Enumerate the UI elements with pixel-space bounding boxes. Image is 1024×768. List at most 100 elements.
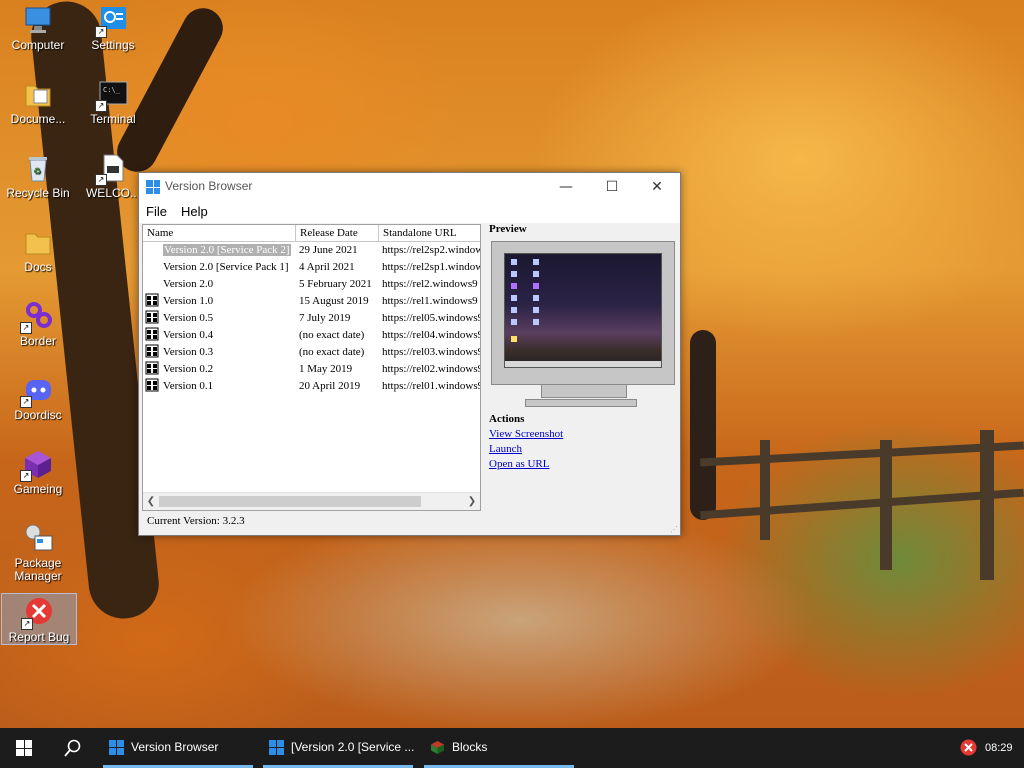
terminal-icon: C:\_ ↗ (95, 78, 129, 112)
version-name: Version 0.4 (163, 329, 214, 341)
mini-desktop-icon (511, 319, 517, 325)
desktop-icon-computer[interactable]: Computer (1, 4, 75, 52)
shortcut-arrow-icon: ↗ (95, 26, 107, 38)
view-screenshot-link[interactable]: View Screenshot (489, 428, 563, 440)
horizontal-scrollbar[interactable]: ❮ ❯ (143, 492, 480, 510)
close-button[interactable]: ✕ (634, 173, 680, 201)
windows-logo-icon (269, 740, 284, 755)
table-row[interactable]: Version 2.0 5 February 2021 https://rel2.w… (143, 276, 480, 293)
version-name: Version 2.0 [Service Pack 1] (163, 261, 289, 273)
shortcut-arrow-icon: ↗ (95, 100, 107, 112)
open-as-url-link[interactable]: Open as URL (489, 458, 550, 470)
mini-desktop-icon (533, 307, 539, 313)
window-titlebar[interactable]: Version Browser — ☐ ✕ (139, 173, 680, 201)
desktop-icon-package-manager[interactable]: Package Manager (1, 522, 75, 583)
taskbar-app-version-browser[interactable]: Version Browser (103, 728, 253, 768)
mini-desktop-icon (511, 336, 517, 342)
taskbar: Version Browser [Version 2.0 [Service ..… (0, 728, 1024, 768)
mini-taskbar (505, 361, 661, 367)
table-row[interactable]: Version 2.0 [Service Pack 1] 4 April 2021… (143, 259, 480, 276)
desktop-icon-settings[interactable]: ↗ Settings (76, 4, 150, 52)
shortcut-arrow-icon: ↗ (20, 322, 32, 334)
mini-desktop-icon (511, 259, 517, 265)
desktop-icon-border[interactable]: ↗ Border (1, 300, 75, 348)
shortcut-arrow-icon: ↗ (21, 618, 33, 630)
taskbar-app-version-window[interactable]: [Version 2.0 [Service ... (263, 728, 415, 768)
table-row[interactable]: Version 0.5 7 July 2019 https://rel05.wind… (143, 310, 480, 327)
cell-standalone-url: https://rel2sp2.window (382, 244, 480, 256)
taskbar-app-label: Blocks (452, 740, 488, 754)
minimize-button[interactable]: — (543, 173, 589, 201)
recycle-bin-icon: ♻ (22, 152, 54, 184)
scrollbar-thumb[interactable] (159, 496, 421, 507)
windows-logo-icon (145, 242, 159, 256)
mini-desktop-icon (511, 307, 517, 313)
cube-game-icon: ↗ (20, 448, 54, 482)
monitor-base (525, 399, 637, 407)
clock[interactable]: 08:29 (985, 728, 1021, 768)
cell-name: Version 2.0 [Service Pack 2] (145, 242, 293, 259)
desktop-icon-report-bug[interactable]: ↗ Report Bug (1, 593, 77, 645)
resize-grip-icon[interactable]: ⋰ (670, 525, 678, 534)
version-browser-window[interactable]: Version Browser — ☐ ✕ File Help Name Rele… (138, 172, 681, 536)
cell-standalone-url: https://rel1.windows9 (382, 295, 478, 307)
old-version-icon (145, 361, 159, 375)
preview-monitor (491, 241, 675, 385)
border-app-icon: ↗ (20, 300, 54, 334)
table-row[interactable]: Version 1.0 15 August 2019 https://rel1.wi… (143, 293, 480, 310)
old-version-icon (145, 378, 159, 392)
taskbar-app-label: [Version 2.0 [Service ... (291, 740, 415, 754)
table-row[interactable]: Version 0.4 (no exact date) https://rel04.… (143, 327, 480, 344)
version-list[interactable]: Name Release Date Standalone URL Version… (142, 224, 481, 511)
tray-error-indicator[interactable] (958, 728, 980, 768)
cell-name: Version 0.4 (145, 327, 293, 344)
desktop-icon-documents[interactable]: Docume... (1, 78, 75, 126)
desktop-icon-terminal[interactable]: C:\_ ↗ Terminal (76, 78, 150, 126)
mini-desktop-icon (533, 259, 539, 265)
window-title: Version Browser (165, 179, 253, 193)
svg-text:♻: ♻ (33, 166, 41, 176)
cell-name: Version 0.2 (145, 361, 293, 378)
menu-help[interactable]: Help (174, 201, 215, 219)
menu-file[interactable]: File (139, 201, 174, 219)
launch-link[interactable]: Launch (489, 443, 522, 455)
scroll-left-icon[interactable]: ❮ (143, 493, 159, 510)
svg-text:C:\_: C:\_ (103, 86, 121, 94)
shortcut-arrow-icon: ↗ (20, 470, 32, 482)
fence-rail-2 (700, 488, 1024, 520)
maximize-button[interactable]: ☐ (589, 173, 635, 201)
mini-desktop-icon (511, 295, 517, 301)
cell-name: Version 0.3 (145, 344, 293, 361)
desktop-icon-recycle-bin[interactable]: ♻ Recycle Bin (1, 152, 75, 200)
folder-documents-icon (22, 78, 54, 110)
desktop-icon-docs[interactable]: Docs (1, 226, 75, 274)
taskbar-app-blocks[interactable]: Blocks (424, 728, 574, 768)
shortcut-arrow-icon: ↗ (20, 396, 32, 408)
desktop-icon-doordisc[interactable]: ↗ Doordisc (1, 374, 75, 422)
table-row[interactable]: Version 0.2 1 May 2019 https://rel02.windo… (143, 361, 480, 378)
scroll-right-icon[interactable]: ❯ (464, 493, 480, 510)
column-header-release-date[interactable]: Release Date (296, 225, 379, 241)
column-header-standalone-url[interactable]: Standalone URL (379, 225, 480, 241)
mini-desktop-icon (533, 319, 539, 325)
desktop-icon-label: Settings (91, 38, 135, 52)
mini-desktop-icon (511, 283, 517, 289)
version-name: Version 0.1 (163, 380, 214, 392)
cell-standalone-url: https://rel04.windows9 (382, 329, 480, 341)
table-row[interactable]: Version 0.3 (no exact date) https://rel03.… (143, 344, 480, 361)
computer-icon (22, 4, 54, 36)
column-header-name[interactable]: Name (143, 225, 296, 241)
desktop-icon-gameing[interactable]: ↗ Gameing (1, 448, 75, 496)
table-row[interactable]: Version 2.0 [Service Pack 2] 29 June 2021… (143, 242, 480, 259)
search-button[interactable] (50, 728, 94, 768)
cell-release-date: 4 April 2021 (299, 261, 355, 273)
table-row[interactable]: Version 0.1 20 April 2019 https://rel01.wi… (143, 378, 480, 395)
taskbar-app-label: Version Browser (131, 740, 219, 754)
cell-name: Version 1.0 (145, 293, 293, 310)
settings-icon: ↗ (95, 4, 129, 38)
mini-desktop-icon (533, 295, 539, 301)
start-button[interactable] (0, 728, 46, 768)
fence-post-1 (760, 440, 770, 540)
cell-release-date: 15 August 2019 (299, 295, 369, 307)
fence-rail-1 (700, 441, 1024, 467)
